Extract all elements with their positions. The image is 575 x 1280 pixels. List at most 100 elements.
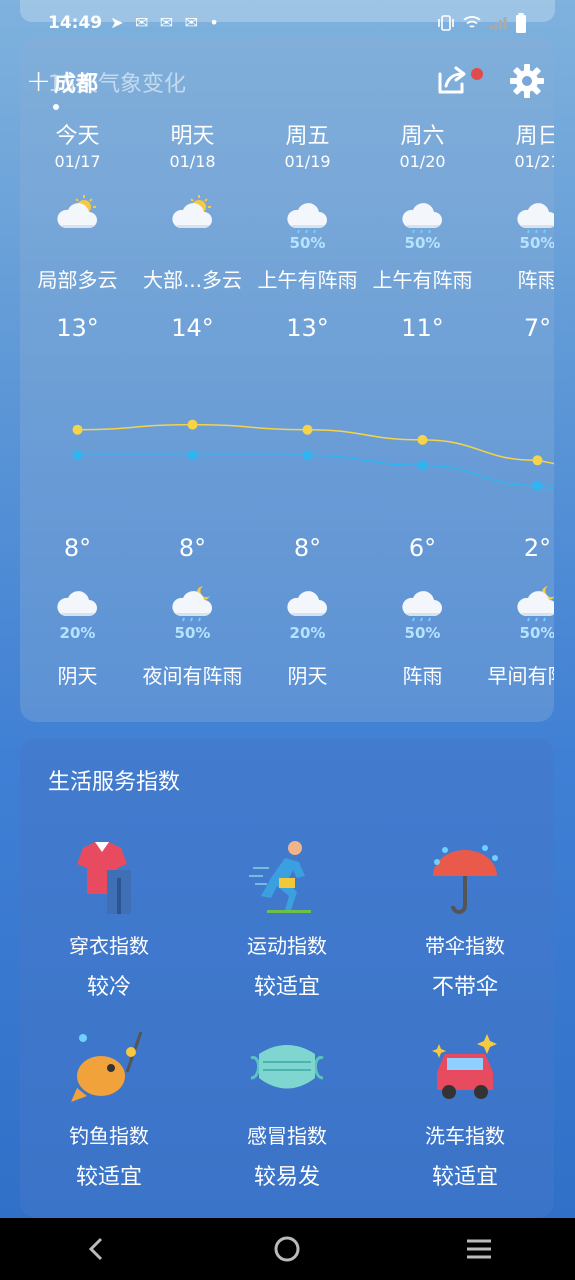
shower-icon <box>400 194 444 234</box>
high-temp-point <box>72 424 83 435</box>
home-icon <box>274 1236 300 1262</box>
shower-icon <box>515 194 554 234</box>
night-precip: 50% <box>174 624 211 642</box>
day-name: 明天 <box>170 124 215 149</box>
service-index-name: 感冒指数 <box>247 1124 327 1148</box>
status-right-icons <box>437 13 527 33</box>
car-wash-icon <box>425 1028 505 1108</box>
status-dot: • <box>209 13 219 32</box>
day-name: 周六 <box>400 124 445 149</box>
back-icon <box>88 1237 102 1261</box>
partly-cloudy-icon <box>55 194 99 232</box>
cloudy-icon <box>285 582 329 620</box>
day-date: 01/17 <box>54 152 101 171</box>
day-precip: 50% <box>404 234 441 252</box>
low-temp-point <box>302 450 313 461</box>
high-temp-point <box>532 455 543 466</box>
high-temp: 13° <box>286 314 329 342</box>
day-description: 大部...多云 <box>142 268 243 292</box>
high-temp: 11° <box>401 314 444 342</box>
low-temp-point <box>532 480 543 491</box>
day-date: 01/19 <box>284 152 331 171</box>
high-temp: 13° <box>56 314 99 342</box>
menu-icon <box>467 1239 492 1259</box>
day-date: 01/21 <box>514 152 554 171</box>
service-index-item[interactable]: 带伞指数 不带伞 <box>376 838 554 1001</box>
shower-icon <box>400 582 444 622</box>
night-description: 夜间有阵雨 <box>142 664 243 688</box>
low-temp: 8° <box>178 534 207 562</box>
night-shower-icon <box>170 582 214 622</box>
recents-button[interactable] <box>449 1229 509 1269</box>
night-precip: 50% <box>519 624 554 642</box>
temperature-chart <box>72 419 554 491</box>
services-title: 生活服务指数 <box>48 770 181 795</box>
service-index-value: 较适宜 <box>253 975 320 1000</box>
night-description: 早间有阵雨 <box>487 664 555 688</box>
service-index-item[interactable]: 感冒指数 较易发 <box>198 1028 376 1191</box>
back-button[interactable] <box>66 1229 126 1269</box>
day-name: 周五 <box>285 124 330 149</box>
day-name: 周日 <box>515 124 554 149</box>
mail-icon: ✉ <box>159 13 174 32</box>
service-index-item[interactable]: 钓鱼指数 较适宜 <box>20 1028 198 1191</box>
partly-cloudy-icon <box>170 194 214 232</box>
service-index-name: 带伞指数 <box>425 934 505 958</box>
service-index-item[interactable]: 运动指数 较适宜 <box>198 838 376 1001</box>
day-precip: 50% <box>519 234 554 252</box>
low-temp-point <box>72 450 83 461</box>
service-index-item[interactable]: 穿衣指数 较冷 <box>20 838 198 1001</box>
high-temp: 14° <box>171 314 214 342</box>
clothing-icon <box>69 838 149 918</box>
home-button[interactable] <box>257 1229 317 1269</box>
night-precip: 50% <box>404 624 441 642</box>
low-temp-point <box>417 460 428 471</box>
day-description: 阵雨 <box>517 268 555 292</box>
telegram-icon: ➤ <box>110 13 124 32</box>
navigation-bar <box>0 1218 575 1280</box>
service-index-name: 运动指数 <box>247 934 327 958</box>
service-index-name: 洗车指数 <box>425 1124 505 1148</box>
night-description: 阵雨 <box>402 664 443 688</box>
service-index-value: 较适宜 <box>75 1165 142 1190</box>
high-temp-point <box>417 434 428 445</box>
life-services-card: 生活服务指数 穿衣指数 较冷 运动指数 较适宜 带伞指数 不带伞 钓鱼指数 较适宜 <box>20 738 554 1218</box>
shower-icon <box>285 194 329 234</box>
day-date: 01/20 <box>399 152 446 171</box>
night-description: 阴天 <box>57 664 98 688</box>
low-temp-point <box>187 450 198 461</box>
night-precip: 20% <box>59 624 96 642</box>
service-index-value: 不带伞 <box>431 975 498 1000</box>
mail-icon: ✉ <box>134 13 149 32</box>
fishing-icon <box>69 1028 149 1108</box>
day-date: 01/18 <box>169 152 216 171</box>
wifi-icon <box>463 16 481 28</box>
service-index-name: 穿衣指数 <box>69 934 149 958</box>
service-index-item[interactable]: 洗车指数 较适宜 <box>376 1028 554 1191</box>
high-temp-point <box>302 424 313 435</box>
umbrella-icon <box>425 838 505 918</box>
low-temp-line <box>77 454 554 490</box>
service-index-value: 较冷 <box>86 975 131 1000</box>
low-temp: 2° <box>523 534 552 562</box>
high-temp: 7° <box>523 314 552 342</box>
night-description: 阴天 <box>287 664 328 688</box>
mail-icon: ✉ <box>184 13 198 32</box>
status-left-icons: ➤ ✉ ✉ ✉ • <box>110 13 225 33</box>
day-description: 上午有阵雨 <box>257 268 358 292</box>
day-precip: 50% <box>289 234 326 252</box>
vibrate-icon <box>438 15 454 31</box>
night-precip: 20% <box>289 624 326 642</box>
battery-icon <box>516 13 526 33</box>
day-description: 上午有阵雨 <box>372 268 473 292</box>
running-icon <box>247 838 327 918</box>
low-temp: 6° <box>408 534 437 562</box>
high-temp-line <box>77 423 554 465</box>
night-shower-icon <box>515 582 554 622</box>
day-description: 局部多云 <box>37 268 118 292</box>
service-index-name: 钓鱼指数 <box>69 1124 149 1148</box>
low-temp: 8° <box>63 534 92 562</box>
high-temp-point <box>187 419 198 430</box>
status-time: 14:49 <box>48 13 103 33</box>
low-temp: 8° <box>293 534 322 562</box>
